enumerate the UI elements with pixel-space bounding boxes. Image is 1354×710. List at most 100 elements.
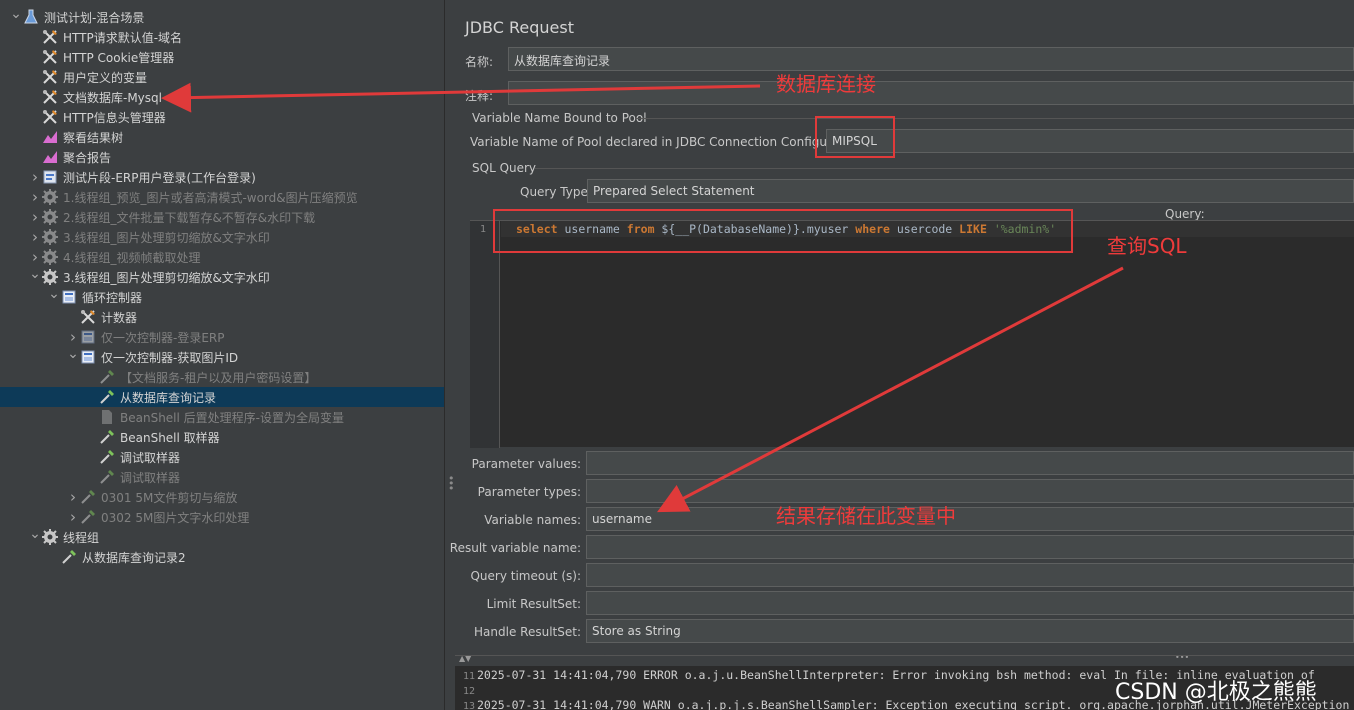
test-plan-tree[interactable]: ⌄ 测试计划-混合场景 HTTP请求默认值-域名 HTTP Cookie管理器用户定义… (0, 0, 445, 710)
tree-item-label: 仅一次控制器-登录ERP (101, 330, 225, 345)
tree-item[interactable]: ⌄ 线程组 (0, 526, 444, 547)
chevron-right-icon[interactable]: › (67, 508, 79, 526)
controller-icon (79, 329, 97, 345)
collapse-arrows-icon[interactable]: ▲▼ (459, 656, 471, 663)
tree-item[interactable]: 从数据库查询记录2 (0, 547, 444, 567)
tree-item[interactable]: ⌄ 3.线程组_图片处理剪切缩放&文字水印 (0, 266, 444, 287)
sql-section-title: SQL Query (472, 161, 537, 175)
tree-item-label: BeanShell 后置处理程序-设置为全局变量 (120, 410, 344, 425)
tree-item[interactable]: ⌄ 仅一次控制器-获取图片ID (0, 346, 444, 367)
param-label: Parameter values: (471, 457, 581, 471)
pipette-icon (98, 469, 116, 485)
tree-item[interactable]: 从数据库查询记录 (0, 387, 444, 407)
tree-item-label: 4.线程组_视频帧截取处理 (63, 250, 201, 265)
param-label: Query timeout (s): (470, 569, 581, 583)
log-divider-bar[interactable]: ▲▼ ••• (455, 656, 1354, 666)
gear-icon (41, 269, 59, 285)
tree-item[interactable]: 计数器 (0, 307, 444, 327)
sql-editor[interactable]: 1 select username from ${__P(DatabaseNam… (470, 220, 1354, 448)
query-type-select[interactable]: Prepared Select Statement (587, 179, 1354, 203)
wrench-icon (41, 69, 59, 85)
comment-label: 注释: (465, 89, 494, 103)
chevron-right-icon[interactable]: › (29, 248, 41, 266)
tree-item[interactable]: › 测试片段-ERP用户登录(工作台登录) (0, 167, 444, 187)
param-input[interactable]: username (586, 507, 1354, 531)
tree-item[interactable]: BeanShell 取样器 (0, 427, 444, 447)
tree-item[interactable]: 【文档服务-租户以及用户密码设置】 (0, 367, 444, 387)
chart-icon (41, 149, 59, 165)
query-label: Query: (1165, 207, 1205, 221)
chevron-right-icon[interactable]: › (67, 328, 79, 346)
wrench-icon (41, 29, 59, 45)
tree-item[interactable]: 察看结果树 (0, 127, 444, 147)
param-input[interactable] (586, 451, 1354, 475)
tree-item[interactable]: ⌄ 测试计划-混合场景 (0, 6, 444, 27)
editor-gutter: 1 (470, 221, 500, 448)
comment-input[interactable] (508, 81, 1354, 105)
pool-highlight-box (815, 116, 895, 158)
tree-item[interactable]: › 4.线程组_视频帧截取处理 (0, 247, 444, 267)
gear-icon (41, 529, 59, 545)
param-input[interactable] (586, 563, 1354, 587)
tree-item[interactable]: HTTP信息头管理器 (0, 107, 444, 127)
tree-item[interactable]: 聚合报告 (0, 147, 444, 167)
chevron-right-icon[interactable]: › (29, 188, 41, 206)
chevron-right-icon[interactable]: › (67, 488, 79, 506)
tree-item[interactable]: 用户定义的变量 (0, 67, 444, 87)
pool-name-input[interactable]: MIPSQL (826, 129, 1354, 153)
tree-item[interactable]: HTTP请求默认值-域名 (0, 27, 444, 47)
tree-item-label: 察看结果树 (63, 130, 124, 145)
param-label: Result variable name: (449, 541, 581, 555)
note-db-connection: 数据库连接 (776, 72, 876, 96)
log-line: 12 (455, 683, 477, 697)
query-type-label: Query Type: (520, 185, 592, 199)
tree-item-label: 从数据库查询记录 (120, 390, 217, 405)
tree-item[interactable]: 文档数据库-Mysql (0, 87, 444, 107)
tree-item[interactable]: › 0301 5M文件剪切与缩放 (0, 487, 444, 507)
pool-label: Variable Name of Pool declared in JDBC C… (470, 135, 867, 149)
tree-item[interactable]: › 0302 5M图片文字水印处理 (0, 507, 444, 527)
tree-item[interactable]: 调试取样器 (0, 467, 444, 487)
param-input[interactable]: Store as String (586, 619, 1354, 643)
chevron-right-icon[interactable]: › (29, 168, 41, 186)
pane-splitter[interactable]: • • • (445, 0, 455, 710)
chevron-right-icon[interactable]: › (29, 228, 41, 246)
tree-item[interactable]: HTTP Cookie管理器 (0, 47, 444, 67)
param-input[interactable] (586, 479, 1354, 503)
param-input[interactable] (586, 535, 1354, 559)
tree-item[interactable]: ⌄ 循环控制器 (0, 286, 444, 307)
pool-section-title: Variable Name Bound to Pool (472, 111, 647, 125)
tree-item-label: 3.线程组_图片处理剪切缩放&文字水印 (63, 270, 270, 285)
log-line-number: 11 (462, 671, 475, 682)
tree-item[interactable]: 调试取样器 (0, 447, 444, 467)
wrench-icon (41, 49, 59, 65)
panel-title: JDBC Request (465, 18, 574, 37)
chevron-down-icon[interactable]: ⌄ (10, 6, 22, 22)
pipette-icon (98, 369, 116, 385)
tree-item-label: HTTP Cookie管理器 (63, 50, 175, 65)
tree-item[interactable]: BeanShell 后置处理程序-设置为全局变量 (0, 407, 444, 427)
tree-item[interactable]: › 1.线程组_预览_图片或者高清模式-word&图片压缩预览 (0, 187, 444, 207)
gear-icon (41, 249, 59, 265)
tree-item-label: 线程组 (63, 530, 100, 545)
grip-dots-icon: ••• (1175, 655, 1190, 662)
tree-item-label: 3.线程组_图片处理剪切缩放&文字水印 (63, 230, 270, 245)
pipette-icon (79, 489, 97, 505)
name-input[interactable]: 从数据库查询记录 (508, 47, 1354, 71)
param-input[interactable] (586, 591, 1354, 615)
chevron-right-icon[interactable]: › (29, 208, 41, 226)
chevron-down-icon[interactable]: ⌄ (29, 526, 41, 542)
jmeter-window: ⌄ 测试计划-混合场景 HTTP请求默认值-域名 HTTP Cookie管理器用户定义… (0, 0, 1354, 710)
param-label: Handle ResultSet: (474, 625, 581, 639)
tree-item[interactable]: › 3.线程组_图片处理剪切缩放&文字水印 (0, 227, 444, 247)
pipette-icon (98, 449, 116, 465)
chevron-down-icon[interactable]: ⌄ (67, 346, 79, 362)
tree-item[interactable]: › 仅一次控制器-登录ERP (0, 327, 444, 347)
gear-icon (41, 189, 59, 205)
chart-icon (41, 129, 59, 145)
chevron-down-icon[interactable]: ⌄ (48, 286, 60, 302)
tree-item-label: 文档数据库-Mysql (63, 90, 162, 105)
chevron-down-icon[interactable]: ⌄ (29, 266, 41, 282)
tree-item[interactable]: › 2.线程组_文件批量下载暂存&不暂存&水印下载 (0, 207, 444, 227)
tree-item-label: 0301 5M文件剪切与缩放 (101, 490, 238, 505)
